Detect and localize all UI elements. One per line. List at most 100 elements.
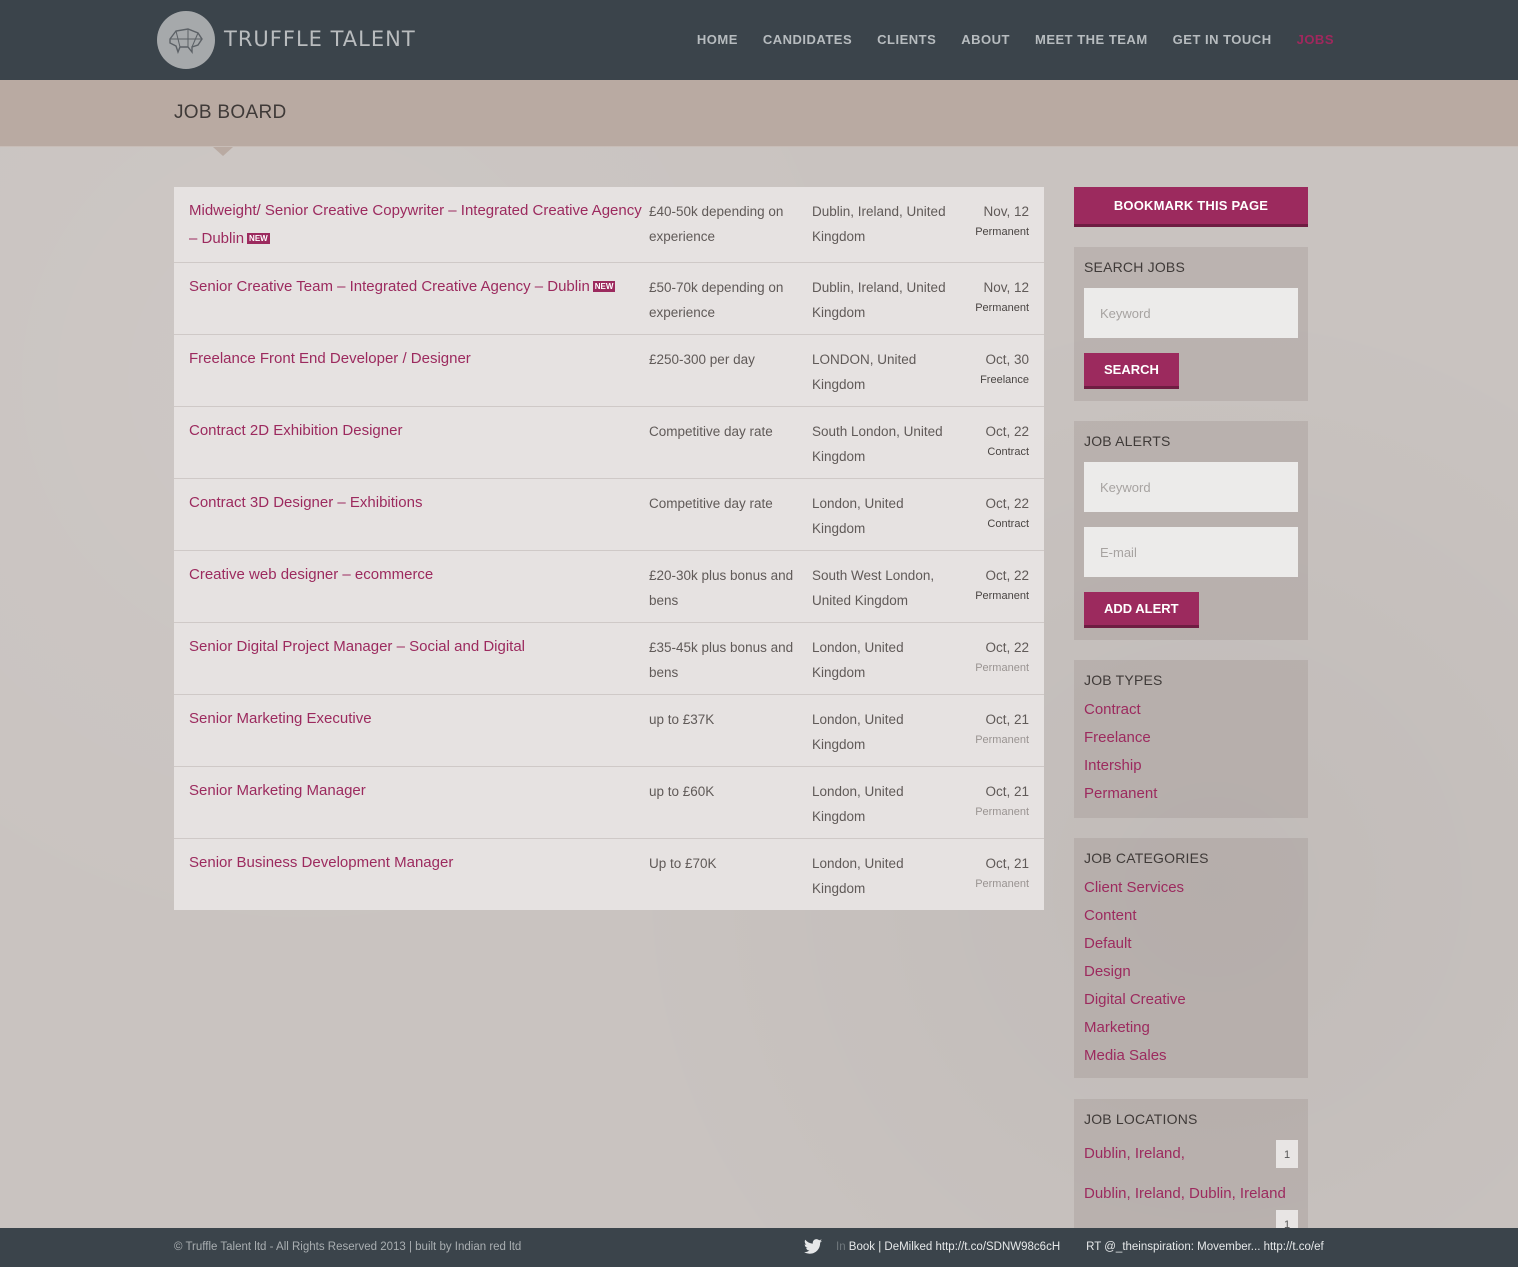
job-date: Oct, 22: [985, 640, 1029, 655]
job-title-text[interactable]: Contract 2D Exhibition Designer: [189, 422, 402, 439]
add-alert-button[interactable]: ADD ALERT: [1084, 592, 1199, 628]
job-meta: Oct, 21 Permanent: [957, 705, 1029, 757]
top-bar: TRUFFLE TALENT HOME CANDIDATES CLIENTS A…: [0, 0, 1518, 80]
job-row[interactable]: Senior Creative Team – Integrated Creati…: [174, 263, 1044, 335]
job-date: Oct, 21: [985, 784, 1029, 799]
job-title-link[interactable]: Senior Creative Team – Integrated Creati…: [189, 273, 649, 325]
job-type: Contract: [987, 446, 1029, 458]
bookmark-button[interactable]: BOOKMARK THIS PAGE: [1074, 187, 1308, 227]
job-title-text[interactable]: Senior Marketing Manager: [189, 782, 366, 799]
twitter-bird-icon[interactable]: [804, 1239, 822, 1259]
search-keyword-input[interactable]: [1084, 288, 1298, 338]
job-categories-title: JOB CATEGORIES: [1084, 850, 1209, 866]
nav-clients[interactable]: CLIENTS: [877, 32, 936, 47]
job-location: Dublin, Ireland, United Kingdom: [812, 204, 946, 244]
job-salary: Up to £70K: [649, 856, 717, 871]
nav-get-in-touch[interactable]: GET IN TOUCH: [1173, 32, 1272, 47]
job-meta: Oct, 21 Permanent: [957, 849, 1029, 901]
job-meta: Oct, 22 Permanent: [957, 561, 1029, 613]
job-meta: Oct, 30 Freelance: [957, 345, 1029, 397]
job-row[interactable]: Senior Business Development Manager Up t…: [174, 839, 1044, 910]
type-link-internship[interactable]: Intership: [1084, 752, 1298, 780]
truffle-logo-icon[interactable]: [157, 11, 215, 69]
tweet-2[interactable]: RT @_theinspiration: Movember... http://…: [1086, 1241, 1324, 1253]
type-link-freelance[interactable]: Freelance: [1084, 724, 1298, 752]
job-title-text[interactable]: Creative web designer – ecommerce: [189, 566, 433, 583]
type-link-contract[interactable]: Contract: [1084, 696, 1298, 724]
job-title-link[interactable]: Senior Digital Project Manager – Social …: [189, 633, 649, 685]
job-title-link[interactable]: Contract 2D Exhibition Designer: [189, 417, 649, 469]
main-nav: HOME CANDIDATES CLIENTS ABOUT MEET THE T…: [672, 32, 1334, 47]
job-row[interactable]: Freelance Front End Developer / Designer…: [174, 335, 1044, 407]
job-salary: Competitive day rate: [649, 496, 773, 511]
category-link-default[interactable]: Default: [1084, 930, 1298, 958]
search-button[interactable]: SEARCH: [1084, 353, 1179, 389]
job-title-text[interactable]: Senior Marketing Executive: [189, 710, 372, 727]
job-row[interactable]: Midweight/ Senior Creative Copywriter – …: [174, 187, 1044, 263]
job-row[interactable]: Senior Digital Project Manager – Social …: [174, 623, 1044, 695]
job-types-title: JOB TYPES: [1084, 672, 1163, 688]
new-badge: NEW: [247, 233, 270, 244]
job-row[interactable]: Senior Marketing Executive up to £37K Lo…: [174, 695, 1044, 767]
job-title-text[interactable]: Senior Digital Project Manager – Social …: [189, 638, 525, 655]
alert-keyword-input[interactable]: [1084, 462, 1298, 512]
job-title-text[interactable]: Senior Creative Team – Integrated Creati…: [189, 278, 590, 295]
location-item: Dublin, Ireland, 1: [1084, 1140, 1298, 1168]
location-link-dublin-dublin[interactable]: Dublin, Ireland, Dublin, Ireland: [1084, 1180, 1286, 1208]
category-link-design[interactable]: Design: [1084, 958, 1298, 986]
job-title-link[interactable]: Senior Business Development Manager: [189, 849, 649, 901]
job-location: London, United Kingdom: [812, 496, 904, 536]
job-date: Oct, 21: [985, 712, 1029, 727]
job-title-text[interactable]: Senior Business Development Manager: [189, 854, 453, 871]
job-type: Permanent: [975, 302, 1029, 314]
job-date: Nov, 12: [983, 204, 1029, 219]
job-title-text[interactable]: Contract 3D Designer – Exhibitions: [189, 494, 422, 511]
job-row[interactable]: Creative web designer – ecommerce £20-30…: [174, 551, 1044, 623]
job-title-link[interactable]: Senior Marketing Executive: [189, 705, 649, 757]
job-title-link[interactable]: Contract 3D Designer – Exhibitions: [189, 489, 649, 541]
job-locations-title: JOB LOCATIONS: [1084, 1111, 1198, 1127]
nav-jobs[interactable]: JOBS: [1297, 32, 1334, 47]
nav-home[interactable]: HOME: [697, 32, 738, 47]
location-count-badge: 1: [1276, 1210, 1298, 1228]
category-link-digital-creative[interactable]: Digital Creative: [1084, 986, 1298, 1014]
category-link-media-sales[interactable]: Media Sales: [1084, 1042, 1298, 1070]
alert-email-input[interactable]: [1084, 527, 1298, 577]
job-salary: up to £60K: [649, 784, 715, 799]
job-salary: £40-50k depending on experience: [649, 204, 784, 244]
nav-candidates[interactable]: CANDIDATES: [763, 32, 852, 47]
job-title-link[interactable]: Midweight/ Senior Creative Copywriter – …: [189, 197, 649, 253]
page-banner: JOB BOARD: [0, 80, 1518, 147]
job-type: Contract: [987, 518, 1029, 530]
job-title-link[interactable]: Creative web designer – ecommerce: [189, 561, 649, 613]
job-title-text[interactable]: Freelance Front End Developer / Designer: [189, 350, 471, 367]
category-link-marketing[interactable]: Marketing: [1084, 1014, 1298, 1042]
nav-meet-the-team[interactable]: MEET THE TEAM: [1035, 32, 1148, 47]
job-type: Permanent: [975, 878, 1029, 890]
job-row[interactable]: Contract 3D Designer – Exhibitions Compe…: [174, 479, 1044, 551]
type-link-permanent[interactable]: Permanent: [1084, 780, 1298, 808]
job-location: London, United Kingdom: [812, 712, 904, 752]
category-link-client-services[interactable]: Client Services: [1084, 874, 1298, 902]
location-item: Dublin, Ireland, Dublin, Ireland 1: [1084, 1180, 1298, 1228]
category-link-content[interactable]: Content: [1084, 902, 1298, 930]
job-date: Oct, 22: [985, 424, 1029, 439]
job-categories-widget: JOB CATEGORIES Client Services Content D…: [1074, 838, 1308, 1078]
nav-about[interactable]: ABOUT: [961, 32, 1010, 47]
tweet-prefix: In: [836, 1241, 846, 1253]
job-meta: Oct, 22 Contract: [957, 417, 1029, 469]
job-row[interactable]: Contract 2D Exhibition Designer Competit…: [174, 407, 1044, 479]
job-title-link[interactable]: Freelance Front End Developer / Designer: [189, 345, 649, 397]
job-date: Oct, 22: [985, 568, 1029, 583]
job-salary: Competitive day rate: [649, 424, 773, 439]
job-salary: £20-30k plus bonus and bens: [649, 568, 794, 608]
job-type: Permanent: [975, 734, 1029, 746]
job-title-link[interactable]: Senior Marketing Manager: [189, 777, 649, 829]
tweet-1[interactable]: Book | DeMilked http://t.co/SDNW98c6cH: [849, 1241, 1060, 1253]
job-salary: £35-45k plus bonus and bens: [649, 640, 794, 680]
logo-text[interactable]: TRUFFLE TALENT: [224, 27, 416, 51]
location-link-dublin[interactable]: Dublin, Ireland,: [1084, 1140, 1185, 1168]
job-meta: Oct, 22 Permanent: [957, 633, 1029, 685]
job-row[interactable]: Senior Marketing Manager up to £60K Lond…: [174, 767, 1044, 839]
job-location: LONDON, United Kingdom: [812, 352, 917, 392]
